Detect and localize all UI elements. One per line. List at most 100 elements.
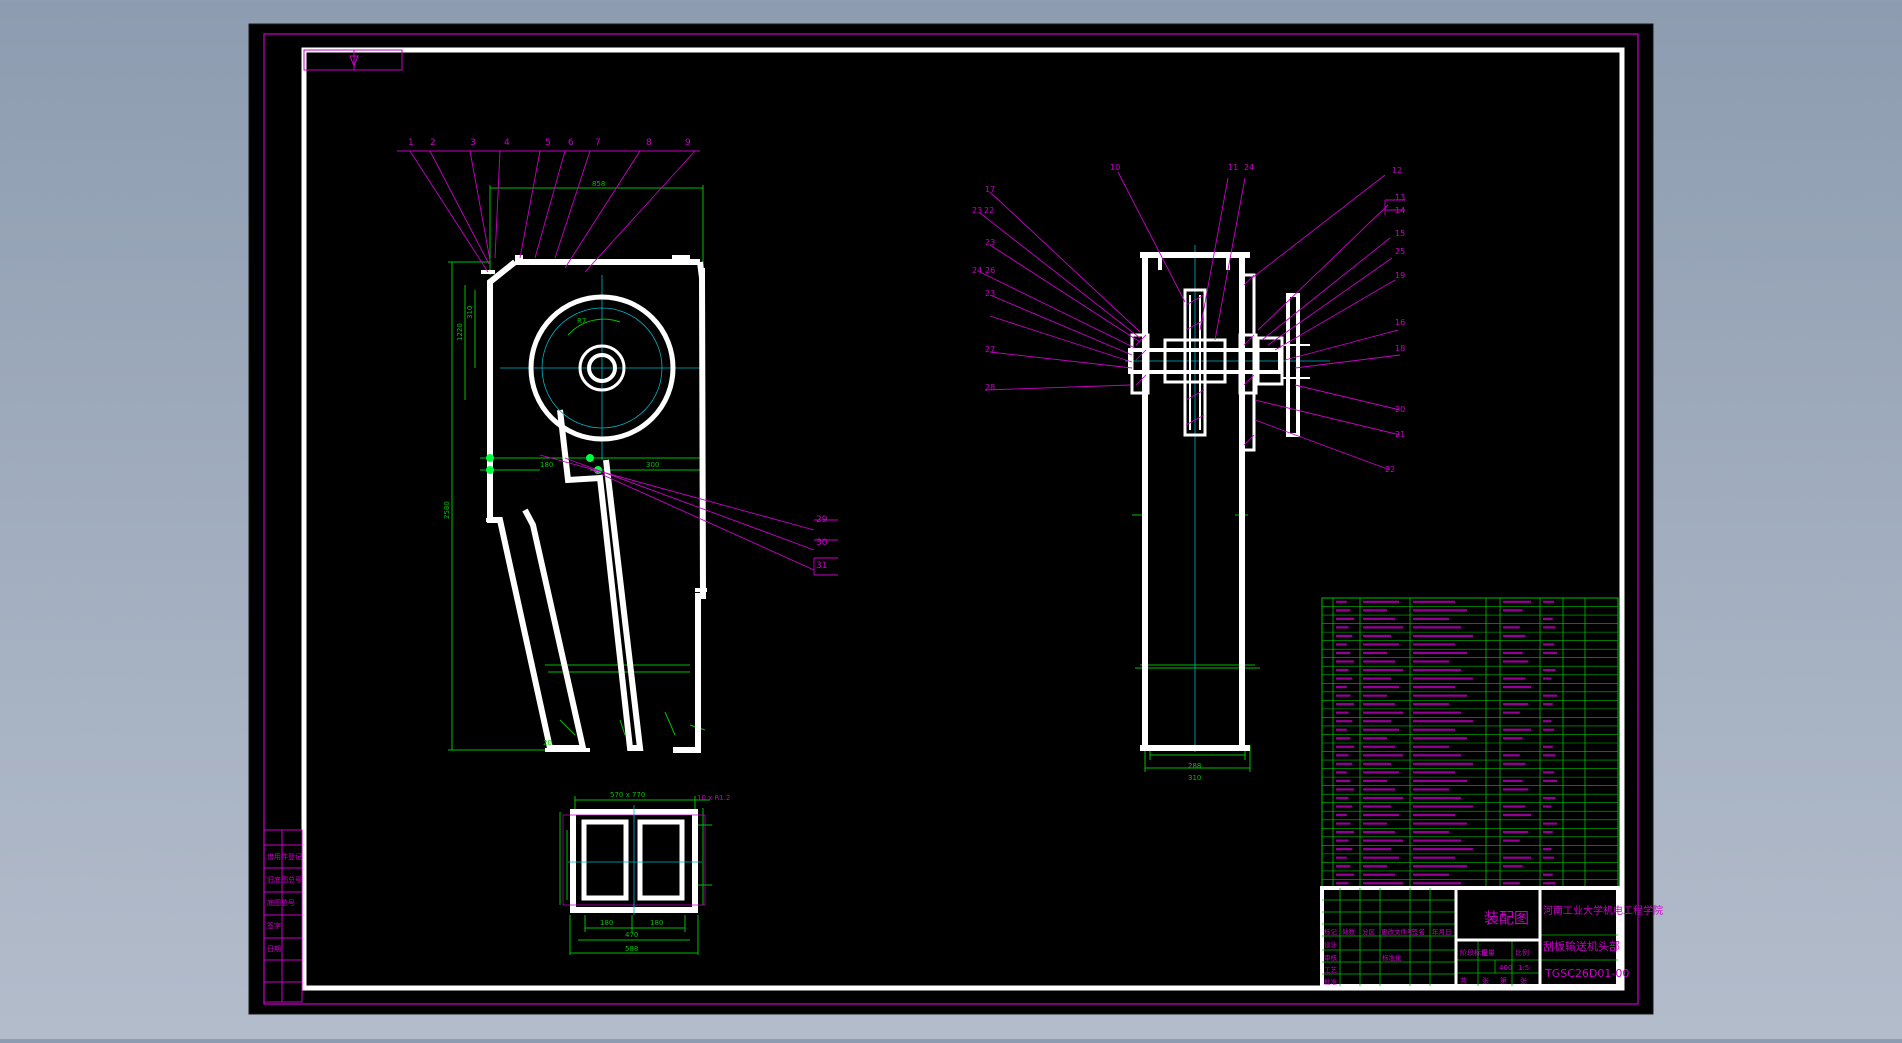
title-cell: 共 (1460, 976, 1467, 985)
parts-table-entry-mark (1363, 882, 1403, 885)
parts-table-entry-mark (1413, 805, 1473, 808)
parts-table-entry-mark (1503, 805, 1526, 808)
parts-table-entry-mark (1543, 677, 1552, 680)
parts-table-entry-mark (1503, 609, 1523, 612)
parts-table-entry-mark (1503, 865, 1523, 868)
parts-table-entry-mark (1413, 711, 1461, 714)
balloon: 11 (1228, 163, 1238, 172)
balloon: 21 (1395, 430, 1405, 439)
parts-table-entry-mark (1413, 754, 1461, 757)
parts-table-entry-mark (1543, 626, 1556, 629)
parts-table-entry-mark (1543, 720, 1552, 723)
balloon: 15 (1395, 229, 1405, 238)
parts-table-entry-mark (1503, 830, 1529, 834)
balloon: 27 (985, 345, 995, 354)
parts-table-entry-mark (1543, 703, 1553, 706)
parts-table-entry-mark (1363, 703, 1395, 706)
parts-table-entry-mark (1413, 703, 1449, 706)
balloon: 1 (408, 138, 414, 148)
parts-table-entry-mark (1543, 771, 1555, 774)
parts-table-entry-mark (1363, 754, 1403, 757)
parts-table-entry-mark (1503, 660, 1529, 663)
parts-table-entry-mark (1336, 771, 1347, 774)
title-cell: 张 (1482, 976, 1489, 985)
parts-table-entry-mark (1503, 651, 1523, 655)
title-label: 处数 (1342, 927, 1356, 936)
parts-table-entry-mark (1543, 873, 1553, 876)
balloon: 22 (1385, 465, 1395, 474)
parts-table-entry-mark (1363, 685, 1399, 689)
assembly-drawing: 借用件登记 旧底图总号 底图总号 签字 日期 1 2 3 4 5 6 7 8 9… (248, 23, 1663, 1015)
balloon: 22 (984, 206, 994, 215)
parts-table-entry-mark (1413, 771, 1455, 774)
parts-table-entry-mark (1336, 617, 1354, 620)
parts-table-entry-mark (1413, 762, 1473, 765)
parts-table-entry-mark (1363, 856, 1399, 859)
title-label: 标准化 (1382, 953, 1402, 962)
parts-table-entry-mark (1543, 848, 1552, 851)
dim-text: 10 x R1.2 (697, 794, 731, 802)
parts-table-entry-mark (1543, 600, 1555, 603)
parts-table-entry-mark (1413, 660, 1449, 663)
title-label: 设计 (1324, 940, 1338, 949)
parts-table-entry-mark (1503, 882, 1520, 885)
parts-table-entry-mark (1336, 694, 1351, 697)
title-cell: 第 (1500, 976, 1507, 985)
parts-table-entry-mark (1336, 882, 1349, 885)
parts-table-entry-mark (1503, 754, 1520, 757)
parts-table-entry-mark (1336, 711, 1349, 714)
parts-table-entry-mark (1363, 668, 1403, 672)
parts-table-entry-mark (1543, 856, 1555, 859)
balloon: 4 (504, 138, 510, 148)
dim-text: 588 (625, 945, 638, 953)
parts-table-entry-mark (1413, 856, 1455, 859)
title-cell: 1:5 (1518, 964, 1529, 972)
parts-table-entry-mark (1413, 609, 1467, 612)
drawing-title: 装配图 (1484, 909, 1529, 927)
parts-table-entry-mark (1413, 882, 1461, 885)
parts-table-entry-mark (1503, 737, 1523, 740)
cad-viewport[interactable]: 借用件登记 旧底图总号 底图总号 签字 日期 1 2 3 4 5 6 7 8 9… (0, 0, 1902, 1039)
parts-table-entry-mark (1363, 609, 1387, 612)
parts-table-entry-mark (1413, 779, 1467, 783)
dim-text: 858 (592, 180, 605, 188)
parts-table-entry-mark (1363, 788, 1395, 791)
parts-table-entry-mark (1413, 822, 1467, 825)
side-strip-label: 旧底图总号 (267, 875, 302, 884)
parts-table-entry-mark (1413, 873, 1449, 876)
parts-table-entry-mark (1336, 856, 1347, 859)
balloon: 18 (1395, 344, 1405, 353)
parts-table-entry-mark (1336, 754, 1349, 757)
parts-table-entry-mark (1503, 856, 1531, 859)
parts-table-entry-mark (1503, 703, 1529, 706)
parts-table-entry-mark (1363, 805, 1391, 808)
parts-table-entry-mark (1413, 668, 1461, 672)
balloon: 7 (595, 138, 601, 148)
dim-text: 310 (466, 306, 474, 319)
parts-table-entry-mark (1363, 651, 1387, 655)
parts-table-entry-mark (1413, 677, 1473, 680)
parts-table-entry-mark (1413, 796, 1461, 800)
parts-table-entry-mark (1503, 626, 1520, 629)
balloon: 24 (1244, 163, 1254, 172)
parts-table-entry-mark (1363, 796, 1403, 800)
parts-table-entry-mark (1363, 779, 1387, 783)
title-cell: 张 (1520, 976, 1527, 985)
balloon: 16 (1395, 318, 1405, 327)
parts-table-entry-mark (1363, 711, 1403, 714)
dim-text: 2580 (443, 501, 451, 519)
drawing-number: TGSC26D01-00 (1544, 967, 1629, 980)
parts-table-entry-mark (1503, 728, 1531, 731)
parts-table-entry-mark (1543, 882, 1556, 885)
parts-table-entry-mark (1363, 813, 1399, 817)
parts-table-entry-mark (1363, 745, 1395, 748)
parts-table-entry-mark (1413, 737, 1467, 740)
parts-table-entry-mark (1336, 796, 1349, 800)
parts-table-entry-mark (1363, 865, 1387, 868)
parts-table-entry-mark (1503, 685, 1531, 689)
dim-text: 570 x 770 (610, 791, 645, 799)
parts-table-entry-mark (1363, 728, 1399, 731)
title-label: 工艺 (1324, 966, 1338, 974)
parts-table-entry-mark (1336, 779, 1351, 783)
balloon: 23 (985, 289, 995, 298)
